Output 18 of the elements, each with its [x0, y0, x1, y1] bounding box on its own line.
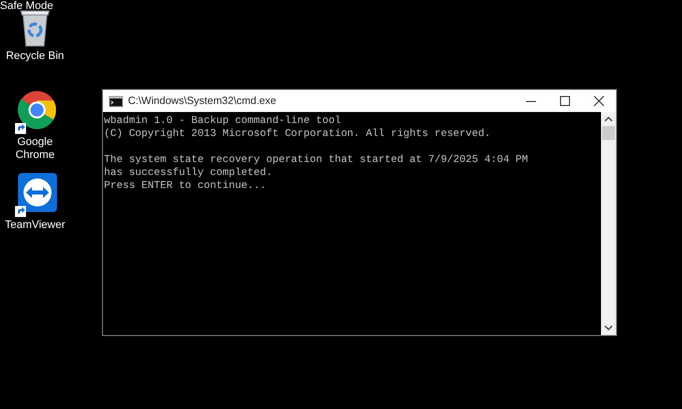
console-app-icon [109, 96, 123, 106]
window-title: C:\Windows\System32\cmd.exe [128, 95, 278, 107]
console-line: (C) Copyright 2013 Microsoft Corporation. All rights reserved. [104, 128, 491, 141]
icon-label[interactable]: TeamViewer [4, 219, 66, 232]
double-arrow-icon[interactable] [13, 173, 57, 217]
scrollbar[interactable] [601, 112, 616, 335]
console-line: Press ENTER to continue... [104, 180, 266, 193]
console-line: wbadmin 1.0 - Backup command-line tool [104, 115, 341, 128]
safe-mode-label: Safe Mode [0, 0, 54, 12]
browser-icon[interactable] [13, 90, 57, 134]
console-line: has successfully completed. [104, 167, 272, 180]
console-line: The system state recovery operation that started at 7/9/2025 4:04 PM [104, 154, 528, 167]
close-icon[interactable] [594, 96, 604, 106]
icon-label[interactable]: Google Chrome [15, 136, 55, 162]
recycle-bin-icon[interactable] [18, 8, 52, 48]
icon-label[interactable]: Recycle Bin [6, 50, 64, 63]
scrollbar-thumb[interactable] [602, 126, 615, 140]
maximize-icon[interactable] [560, 96, 570, 106]
